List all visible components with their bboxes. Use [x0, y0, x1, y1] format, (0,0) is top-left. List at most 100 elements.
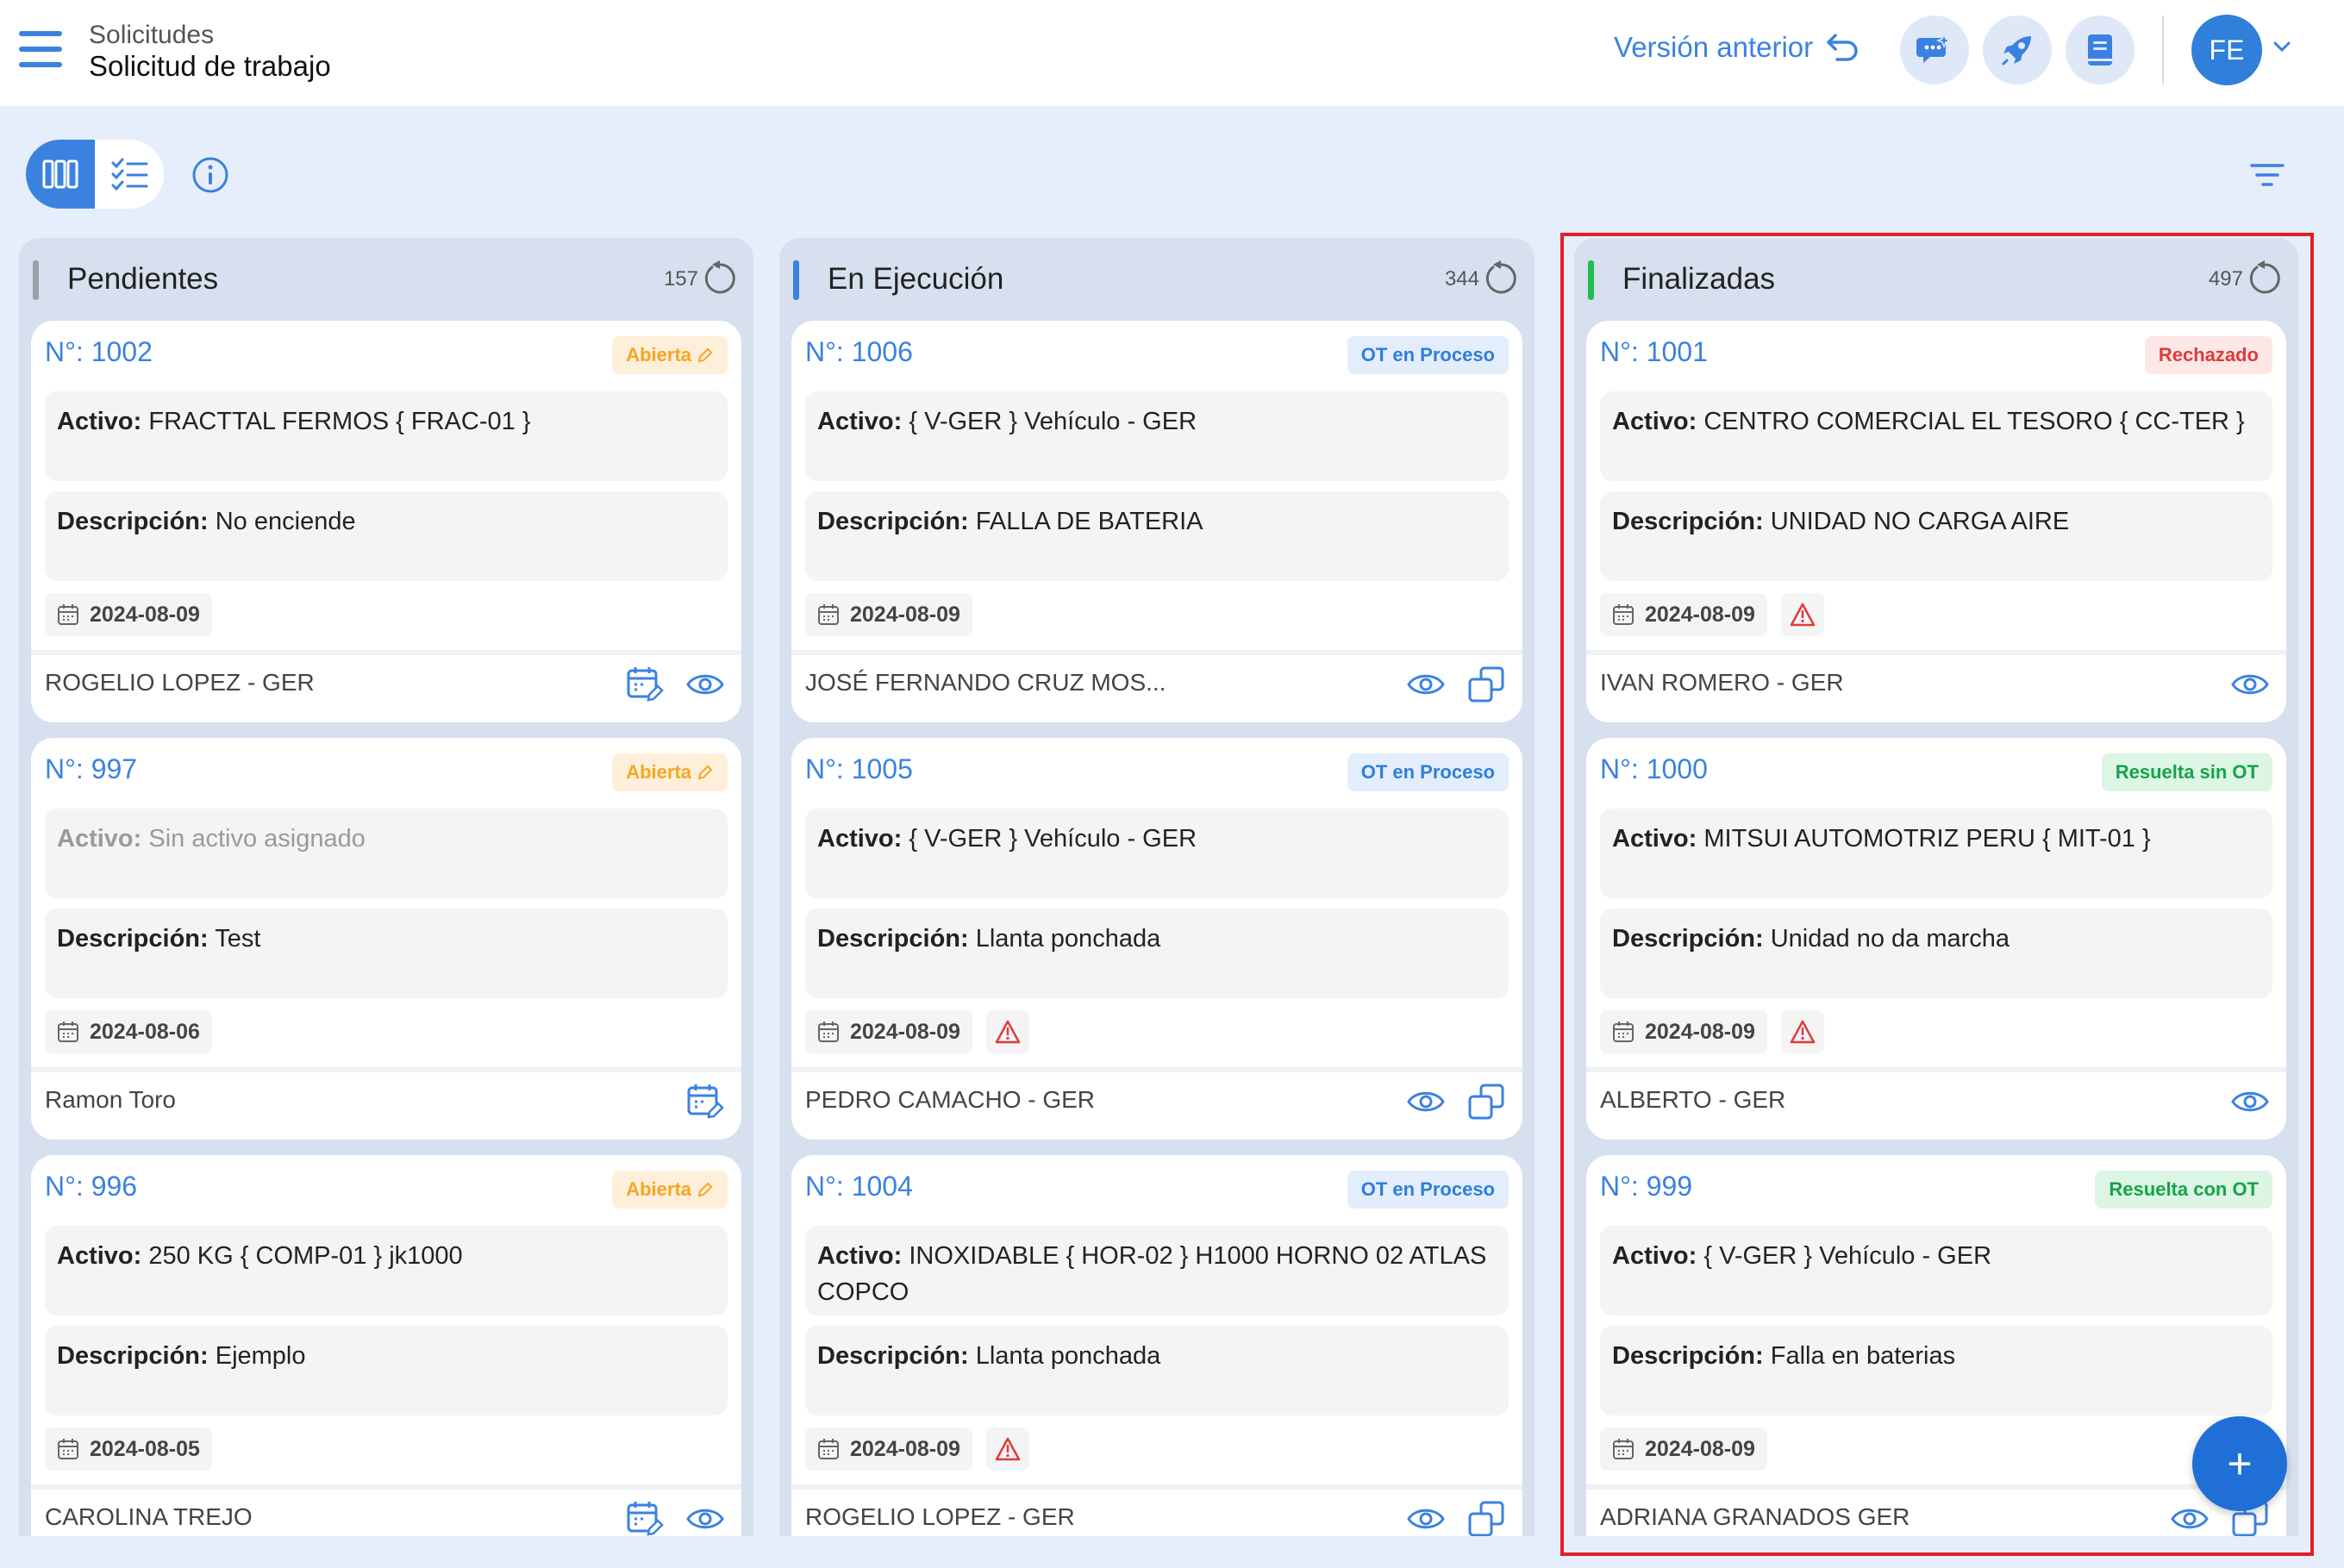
view-button[interactable]	[1403, 1079, 1448, 1124]
status-badge: OT en Proceso	[1347, 1171, 1509, 1209]
view-button[interactable]	[1403, 1496, 1448, 1536]
column-title: En Ejecución	[828, 262, 1004, 296]
status-badge: Resuelta sin OT	[2101, 753, 2272, 791]
schedule-button[interactable]	[622, 1496, 667, 1536]
add-request-button[interactable]: +	[2192, 1416, 2287, 1511]
request-card[interactable]: N°: 1004 OT en Proceso Activo: INOXIDABL…	[791, 1155, 1522, 1536]
asset-label: Activo:	[57, 408, 142, 435]
warning-icon	[995, 1020, 1021, 1044]
column-color-bar	[33, 260, 39, 300]
list-view-button[interactable]	[95, 140, 164, 209]
chat-ai-button[interactable]	[1900, 16, 1969, 84]
schedule-button[interactable]	[683, 1079, 728, 1124]
request-number[interactable]: N°: 1004	[805, 1171, 913, 1203]
card-divider	[1586, 1484, 2286, 1490]
date-value: 2024-08-09	[850, 602, 960, 627]
refresh-icon[interactable]	[2245, 259, 2285, 298]
copy-icon	[1468, 1501, 1504, 1536]
kanban-view-button[interactable]	[26, 140, 95, 209]
description-value: Test	[215, 925, 261, 953]
status-badge-label: OT en Proceso	[1360, 761, 1495, 783]
calendar-icon	[818, 604, 839, 625]
copy-button[interactable]	[1464, 1079, 1509, 1124]
status-badge-label: OT en Proceso	[1360, 1178, 1495, 1200]
description-label: Descripción:	[817, 925, 969, 953]
eye-icon	[1407, 674, 1445, 695]
chevron-down-icon[interactable]	[2272, 40, 2291, 53]
header-divider	[2162, 16, 2164, 84]
request-number[interactable]: N°: 1005	[805, 753, 913, 785]
info-icon[interactable]	[191, 156, 229, 194]
eye-icon	[1407, 1091, 1445, 1112]
status-badge: Abierta	[612, 336, 728, 374]
column-header: Pendientes 157	[19, 238, 753, 321]
view-button[interactable]	[2228, 662, 2272, 707]
view-button[interactable]	[683, 662, 728, 707]
request-number[interactable]: N°: 999	[1600, 1171, 1692, 1203]
description-value: FALLA DE BATERIA	[975, 508, 1203, 535]
date-chip: 2024-08-09	[805, 593, 972, 636]
menu-icon[interactable]	[19, 31, 62, 67]
pencil-icon	[697, 1182, 713, 1197]
request-number[interactable]: N°: 996	[45, 1171, 137, 1203]
schedule-button[interactable]	[622, 662, 667, 707]
refresh-icon[interactable]	[1481, 259, 1521, 298]
request-card[interactable]: N°: 1002 Abierta Activo: FRACTTAL FERMOS…	[31, 321, 741, 722]
view-button[interactable]	[683, 1496, 728, 1536]
breadcrumb-parent[interactable]: Solicitudes	[89, 21, 214, 50]
description-label: Descripción:	[817, 508, 969, 535]
request-card[interactable]: N°: 997 Abierta Activo: Sin activo asign…	[31, 738, 741, 1140]
description-value: Llanta ponchada	[975, 925, 1161, 953]
calendar-edit-icon	[627, 1502, 664, 1536]
request-number[interactable]: N°: 1001	[1600, 336, 1708, 368]
copy-icon	[1468, 666, 1504, 703]
warning-icon	[1790, 603, 1816, 627]
date-value: 2024-08-05	[90, 1436, 200, 1461]
description-field: Descripción: Falla en baterias	[1600, 1326, 2272, 1415]
description-field: Descripción: UNIDAD NO CARGA AIRE	[1600, 491, 2272, 581]
avatar[interactable]: FE	[2191, 15, 2262, 85]
asset-field: Activo: Sin activo asignado	[45, 809, 728, 898]
view-button[interactable]	[1403, 662, 1448, 707]
request-card[interactable]: N°: 1005 OT en Proceso Activo: { V-GER }…	[791, 738, 1522, 1140]
chat-sparkle-icon	[1916, 33, 1953, 63]
request-card[interactable]: N°: 999 Resuelta con OT Activo: { V-GER …	[1586, 1155, 2286, 1536]
date-value: 2024-08-09	[90, 602, 200, 627]
notes-button[interactable]	[2066, 16, 2135, 84]
request-card[interactable]: N°: 1006 OT en Proceso Activo: { V-GER }…	[791, 321, 1522, 722]
request-card[interactable]: N°: 1001 Rechazado Activo: CENTRO COMERC…	[1586, 321, 2286, 722]
filter-icon[interactable]	[2250, 162, 2285, 188]
request-number[interactable]: N°: 1002	[45, 336, 153, 368]
view-button[interactable]	[2167, 1496, 2212, 1536]
date-chip: 2024-08-09	[805, 1010, 972, 1053]
asset-field: Activo: { V-GER } Vehículo - GER	[1600, 1226, 2272, 1315]
column-title: Finalizadas	[1622, 262, 1776, 296]
description-label: Descripción:	[1612, 1342, 1764, 1370]
calendar-edit-icon	[687, 1084, 724, 1119]
asset-value: Sin activo asignado	[148, 825, 366, 853]
status-badge: OT en Proceso	[1347, 336, 1509, 374]
copy-button[interactable]	[1464, 1496, 1509, 1536]
request-card[interactable]: N°: 996 Abierta Activo: 250 KG { COMP-01…	[31, 1155, 741, 1536]
status-badge-label: Resuelta con OT	[2109, 1178, 2259, 1200]
view-toggle	[26, 140, 164, 209]
request-number[interactable]: N°: 1006	[805, 336, 913, 368]
asset-value: { V-GER } Vehículo - GER	[909, 825, 1197, 853]
request-number[interactable]: N°: 997	[45, 753, 137, 785]
status-badge-label: Abierta	[626, 1178, 691, 1200]
rocket-button[interactable]	[1983, 16, 2052, 84]
date-chip: 2024-08-09	[805, 1427, 972, 1471]
previous-version-button[interactable]: Versión anterior	[1614, 31, 1860, 64]
request-number[interactable]: N°: 1000	[1600, 753, 1708, 785]
asset-value: MITSUI AUTOMOTRIZ PERU { MIT-01 }	[1703, 825, 2151, 853]
description-field: Descripción: FALLA DE BATERIA	[805, 491, 1509, 581]
copy-button[interactable]	[1464, 662, 1509, 707]
calendar-icon	[58, 1439, 78, 1459]
refresh-icon[interactable]	[700, 259, 740, 298]
view-button[interactable]	[2228, 1079, 2272, 1124]
request-card[interactable]: N°: 1000 Resuelta sin OT Activo: MITSUI …	[1586, 738, 2286, 1140]
eye-icon	[2231, 1091, 2269, 1112]
requester-name: IVAN ROMERO - GER	[1600, 669, 1844, 696]
description-field: Descripción: No enciende	[45, 491, 728, 581]
description-label: Descripción:	[57, 925, 209, 953]
